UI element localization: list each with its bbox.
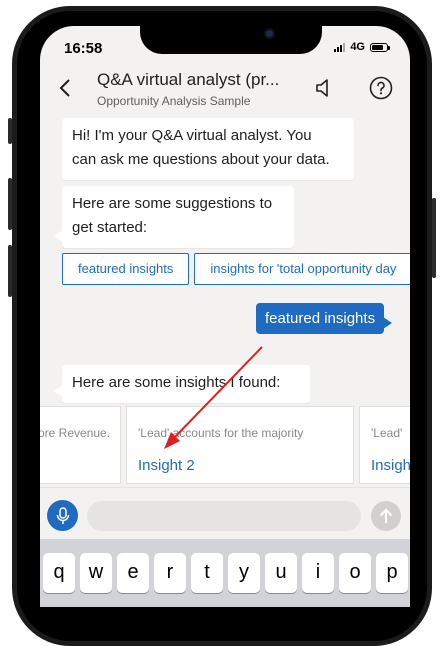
signal-icon bbox=[334, 42, 346, 52]
microphone-icon bbox=[56, 506, 69, 524]
key-e[interactable]: e bbox=[117, 553, 149, 593]
insight-card-desc: 'Lead' accounts for the majority bbox=[138, 426, 304, 440]
greeting-line-2: can ask me questions about your data. bbox=[72, 151, 330, 168]
chat-input-bar bbox=[40, 487, 410, 540]
status-indicators: 4G bbox=[334, 41, 390, 53]
phone-silent-switch bbox=[8, 118, 12, 144]
user-message: featured insights bbox=[256, 303, 393, 334]
phone-power-button bbox=[432, 198, 436, 278]
key-q[interactable]: q bbox=[43, 553, 75, 593]
suggestion-chip-total-opportunity[interactable]: insights for 'total opportunity day bbox=[194, 253, 410, 285]
insights-found-text: Here are some insights I found: bbox=[72, 374, 281, 391]
key-u[interactable]: u bbox=[265, 553, 297, 593]
send-button[interactable] bbox=[371, 501, 401, 531]
front-camera bbox=[264, 28, 275, 39]
keyboard-row-1: q w e r t y u i o p bbox=[43, 553, 408, 593]
chat-header: Q&A virtual analyst (pr... Opportunity A… bbox=[40, 64, 410, 114]
help-circle-icon[interactable] bbox=[369, 76, 393, 100]
suggestions-line-2: get started: bbox=[72, 219, 148, 236]
speaker-icon[interactable] bbox=[312, 77, 334, 99]
insight-card-title[interactable]: Insight 2 bbox=[138, 457, 195, 474]
on-screen-keyboard: q w e r t y u i o p bbox=[40, 539, 410, 607]
chevron-left-icon[interactable] bbox=[57, 76, 75, 100]
key-y[interactable]: y bbox=[228, 553, 260, 593]
page-subtitle: Opportunity Analysis Sample bbox=[97, 94, 251, 108]
app-screen: 16:58 4G Q&A virtual analyst (pr... Oppo… bbox=[40, 26, 410, 607]
bot-message-suggestions: Here are some suggestions to get started… bbox=[54, 186, 294, 248]
greeting-line-1: Hi! I'm your Q&A virtual analyst. You bbox=[72, 127, 312, 144]
insight-card-desc: ore Revenue. bbox=[40, 426, 111, 440]
battery-level bbox=[372, 44, 383, 50]
phone-notch bbox=[140, 20, 322, 54]
key-t[interactable]: t bbox=[191, 553, 223, 593]
insight-card-2[interactable]: 'Lead' accounts for the majority Insight… bbox=[126, 406, 354, 484]
key-w[interactable]: w bbox=[80, 553, 112, 593]
key-i[interactable]: i bbox=[302, 553, 334, 593]
phone-volume-down bbox=[8, 245, 12, 297]
battery-icon bbox=[370, 42, 390, 52]
key-r[interactable]: r bbox=[154, 553, 186, 593]
key-p[interactable]: p bbox=[376, 553, 408, 593]
page-title: Q&A virtual analyst (pr... bbox=[97, 70, 280, 89]
phone-volume-up bbox=[8, 178, 12, 230]
insight-card-desc: 'Lead' bbox=[371, 426, 403, 440]
insight-card-title[interactable]: Insigh bbox=[371, 457, 410, 474]
microphone-button[interactable] bbox=[47, 500, 78, 531]
bot-message-greeting: Hi! I'm your Q&A virtual analyst. You ca… bbox=[62, 118, 354, 180]
suggestions-line-1: Here are some suggestions to bbox=[72, 195, 273, 212]
bot-message-insights: Here are some insights I found: bbox=[54, 365, 310, 403]
suggestion-chips: featured insights insights for 'total op… bbox=[62, 253, 410, 285]
suggestion-chip-featured-insights[interactable]: featured insights bbox=[62, 253, 190, 285]
send-arrow-up-icon bbox=[379, 508, 393, 523]
status-time: 16:58 bbox=[64, 40, 103, 57]
insight-card-1[interactable]: ore Revenue. bbox=[40, 406, 121, 484]
message-input[interactable] bbox=[87, 501, 361, 531]
network-type: 4G bbox=[350, 41, 365, 53]
insight-card-3[interactable]: 'Lead' Insigh bbox=[359, 406, 410, 484]
key-o[interactable]: o bbox=[339, 553, 371, 593]
